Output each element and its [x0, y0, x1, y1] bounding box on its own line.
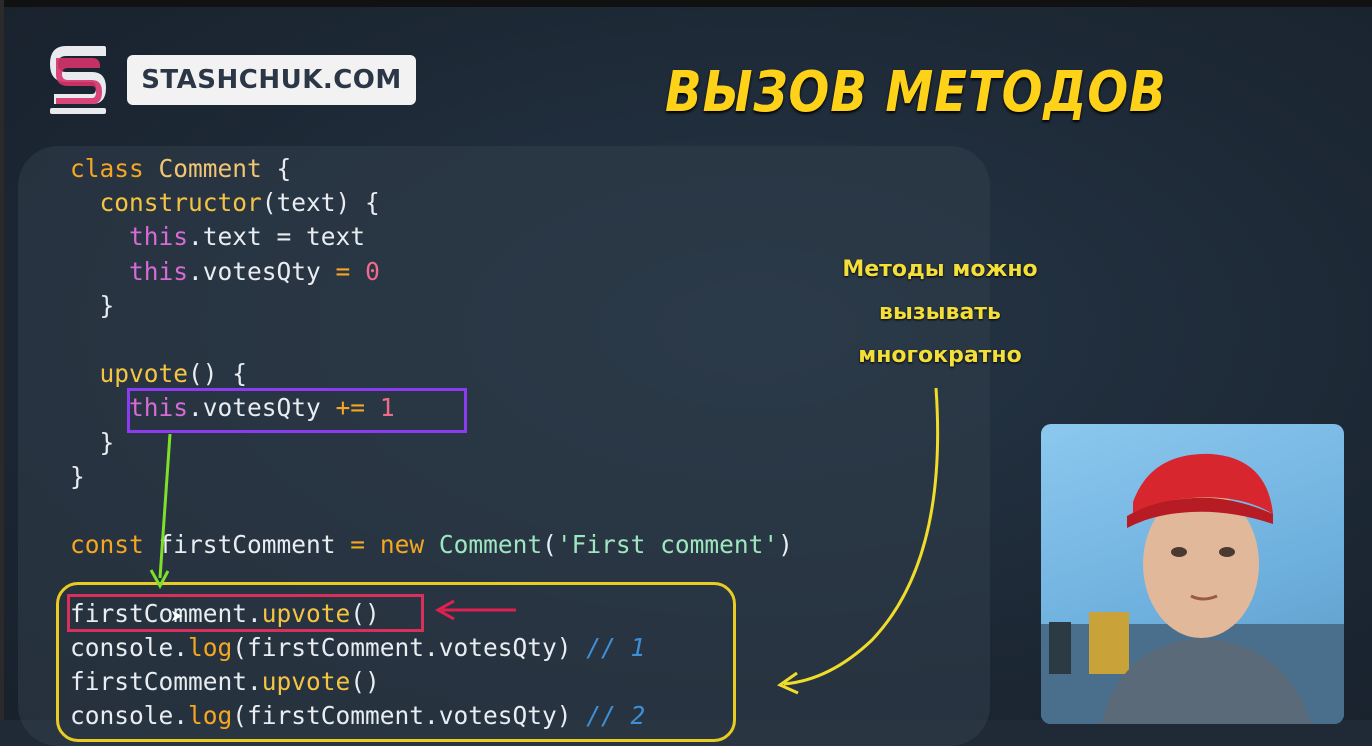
property-votes: .votesQty — [188, 256, 336, 286]
paren: ( — [542, 530, 557, 560]
operator: = — [350, 530, 366, 560]
code-line: } — [70, 427, 115, 457]
highlight-box-upvote-call — [67, 594, 424, 632]
code-line: this.text = text — [70, 222, 365, 251]
presenter-webcam — [1041, 424, 1344, 724]
code-line: const firstComment = new Comment('First … — [70, 530, 793, 559]
method-name: upvote — [99, 359, 189, 389]
keyword-class: class — [70, 154, 144, 183]
window-top-edge — [0, 0, 1372, 7]
variable-name: firstComment — [143, 530, 351, 560]
keyword-new: new — [379, 530, 425, 560]
number-literal: 0 — [365, 256, 380, 286]
code-line: this.votesQty = 0 — [70, 257, 380, 286]
annotation-line: многократно — [858, 343, 1022, 368]
brace: } — [99, 427, 115, 457]
cursor-icon: ➤ — [170, 606, 184, 625]
constructor-params: (text) { — [261, 188, 380, 218]
paren: ) — [778, 530, 793, 560]
highlight-box-increment — [127, 388, 467, 433]
logo-badge: STASHCHUK.COM — [127, 55, 416, 105]
constructor-call: Comment — [438, 530, 543, 560]
code-line: } — [70, 290, 115, 320]
keyword-constructor: constructor — [99, 188, 262, 218]
code-line: } — [70, 462, 85, 491]
brace: } — [70, 461, 85, 491]
annotation-line: вызывать — [879, 300, 1001, 325]
code-line: constructor(text) { — [70, 188, 380, 217]
keyword-this: this — [129, 256, 189, 286]
code-line: upvote() { — [70, 359, 248, 389]
annotation-note: Методы можно вызывать многократно — [800, 248, 1080, 377]
assign-text: .text = text — [188, 222, 366, 252]
brace: } — [99, 290, 115, 320]
brace: { — [261, 154, 292, 183]
stashchuk-logo-icon — [50, 46, 106, 114]
presenter-image — [1041, 453, 1344, 724]
keyword-const: const — [70, 530, 144, 560]
method-signature: () { — [188, 359, 248, 389]
logo-text: STASHCHUK.COM — [141, 65, 402, 95]
keyword-this: this — [129, 222, 189, 252]
code-line: class Comment { — [70, 154, 291, 183]
string-literal: 'First comment' — [556, 530, 779, 560]
operator: = — [335, 256, 351, 286]
annotation-line: Методы можно — [842, 257, 1038, 282]
slide-title: ВЫЗОВ МЕТОДОВ — [665, 60, 1167, 125]
class-name: Comment — [158, 154, 262, 183]
